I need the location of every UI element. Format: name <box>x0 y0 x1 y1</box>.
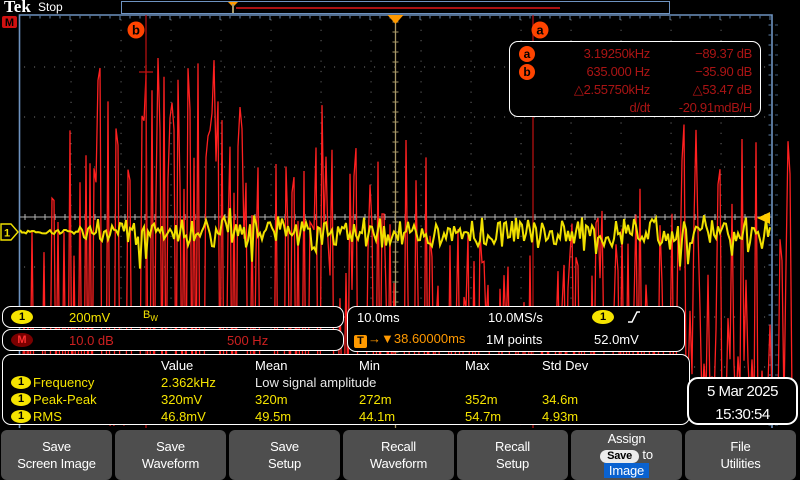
cursor-readout-box: a 3.19250kHz −89.37 dB b 635.000 Hz −35.… <box>509 41 761 117</box>
measurement-max: 54.7m <box>465 409 501 424</box>
channel1-readout-bar: 1 200mV BW <box>2 306 344 328</box>
row-source-badge: 1 <box>11 410 31 423</box>
timebase: 10.0ms <box>357 310 400 325</box>
bandwidth-limit-icon: BW <box>143 309 158 323</box>
measurement-note: Low signal amplitude <box>255 375 376 390</box>
top-bar: Tek Stop <box>0 0 800 14</box>
trigger-source-badge: 1 <box>592 310 614 324</box>
header-value: Value <box>161 358 193 373</box>
header-max: Max <box>465 358 490 373</box>
channel1-badge: 1 <box>11 310 33 324</box>
channel1-scale: 200mV <box>69 310 110 325</box>
svg-text:a: a <box>536 23 544 38</box>
recall-waveform-button[interactable]: RecallWaveform <box>343 430 454 480</box>
save-waveform-button[interactable]: SaveWaveform <box>115 430 226 480</box>
trigger-delay: T→▼38.60000ms <box>354 331 465 348</box>
measurement-value: 320mV <box>161 392 202 407</box>
cursor-b-frequency: 635.000 Hz <box>587 64 651 79</box>
measurement-mean: 320m <box>255 392 288 407</box>
assign-save-button[interactable]: Assign Save to Image <box>571 430 682 480</box>
measurement-row-peakpeak: 1 Peak-Peak 320mV 320m 272m 352m 34.6m <box>3 392 689 408</box>
header-min: Min <box>359 358 380 373</box>
measurement-name: RMS <box>33 409 62 424</box>
oscilloscope-screen: Tek Stop baM1 a 3.19250kHz −89.37 dB b 6… <box>0 0 800 480</box>
time-label: 15:30:54 <box>689 404 796 425</box>
measurement-std: 4.93m <box>542 409 578 424</box>
delay-value: 38.60000ms <box>394 331 466 346</box>
save-screen-image-button[interactable]: SaveScreen Image <box>1 430 112 480</box>
cursor-b-row: b 635.000 Hz −35.90 dB <box>510 63 760 81</box>
cursor-a-badge-icon: a <box>519 46 535 62</box>
header-stddev: Std Dev <box>542 358 588 373</box>
cursor-slope-value: -20.91mdB/H <box>679 100 752 115</box>
sample-rate: 10.0MS/s <box>488 310 543 325</box>
measurement-row-rms: 1 RMS 46.8mV 49.5m 44.1m 54.7m 4.93m <box>3 409 689 425</box>
acquisition-status: Stop <box>38 0 63 14</box>
trigger-t-badge-icon: T <box>354 335 367 348</box>
row-source-badge: 1 <box>11 376 31 389</box>
cursor-a-row: a 3.19250kHz −89.37 dB <box>510 45 760 63</box>
cursor-slope-row: d/dt -20.91mdB/H <box>510 99 760 117</box>
measurement-row-frequency: 1 Frequency 2.362kHz Low signal amplitud… <box>3 375 689 391</box>
measurement-std: 34.6m <box>542 392 578 407</box>
cursor-b-badge-icon: b <box>519 64 535 80</box>
math-scale: 10.0 dB <box>69 333 114 348</box>
measurement-mean: 49.5m <box>255 409 291 424</box>
measurement-table: Value Mean Min Max Std Dev 1 Frequency 2… <box>2 354 690 425</box>
cursor-a-frequency: 3.19250kHz <box>584 46 650 61</box>
math-frequency-scale: 500 Hz <box>227 333 268 348</box>
assign-target-highlight: Image <box>604 463 649 478</box>
softkey-menu-bar: SaveScreen Image SaveWaveform SaveSetup … <box>0 428 800 480</box>
svg-text:b: b <box>132 23 140 38</box>
row-source-badge: 1 <box>11 393 31 406</box>
cursor-b-amplitude: −35.90 dB <box>695 64 752 79</box>
recall-setup-button[interactable]: RecallSetup <box>457 430 568 480</box>
cursor-delta-amplitude: △53.47 dB <box>693 82 752 98</box>
record-trigger-line <box>232 4 234 13</box>
measurement-name: Frequency <box>33 375 94 390</box>
save-key-icon: Save <box>600 450 639 463</box>
cursor-slope-label: d/dt <box>630 100 650 115</box>
header-mean: Mean <box>255 358 288 373</box>
record-view-bar <box>121 1 670 14</box>
date-label: 5 Mar 2025 <box>689 381 796 402</box>
save-setup-button[interactable]: SaveSetup <box>229 430 340 480</box>
measurement-value: 46.8mV <box>161 409 206 424</box>
cursor-a-amplitude: −89.37 dB <box>695 46 752 61</box>
cursor-delta-frequency: △2.55750kHz <box>574 82 650 98</box>
math-badge: M <box>11 333 33 347</box>
measurement-min: 272m <box>359 392 392 407</box>
record-length: 1M points <box>486 332 542 347</box>
horizontal-trigger-box: 10.0ms 10.0MS/s 1 T→▼38.60000ms 1M point… <box>347 306 685 352</box>
measurement-min: 44.1m <box>359 409 395 424</box>
record-math-window-line <box>236 7 560 9</box>
math-readout-bar: M 10.0 dB 500 Hz <box>2 329 344 351</box>
delay-arrows-icon: →▼ <box>368 331 394 346</box>
file-utilities-button[interactable]: FileUtilities <box>685 430 796 480</box>
measurement-value: 2.362kHz <box>161 375 216 390</box>
trigger-level: 52.0mV <box>594 332 639 347</box>
rising-edge-icon <box>626 309 642 325</box>
svg-text:M: M <box>5 17 14 29</box>
datetime-box: 5 Mar 2025 15:30:54 <box>687 377 798 425</box>
measurement-max: 352m <box>465 392 498 407</box>
svg-text:1: 1 <box>4 228 10 240</box>
measurement-name: Peak-Peak <box>33 392 97 407</box>
cursor-delta-row: △2.55750kHz △53.47 dB <box>510 81 760 99</box>
